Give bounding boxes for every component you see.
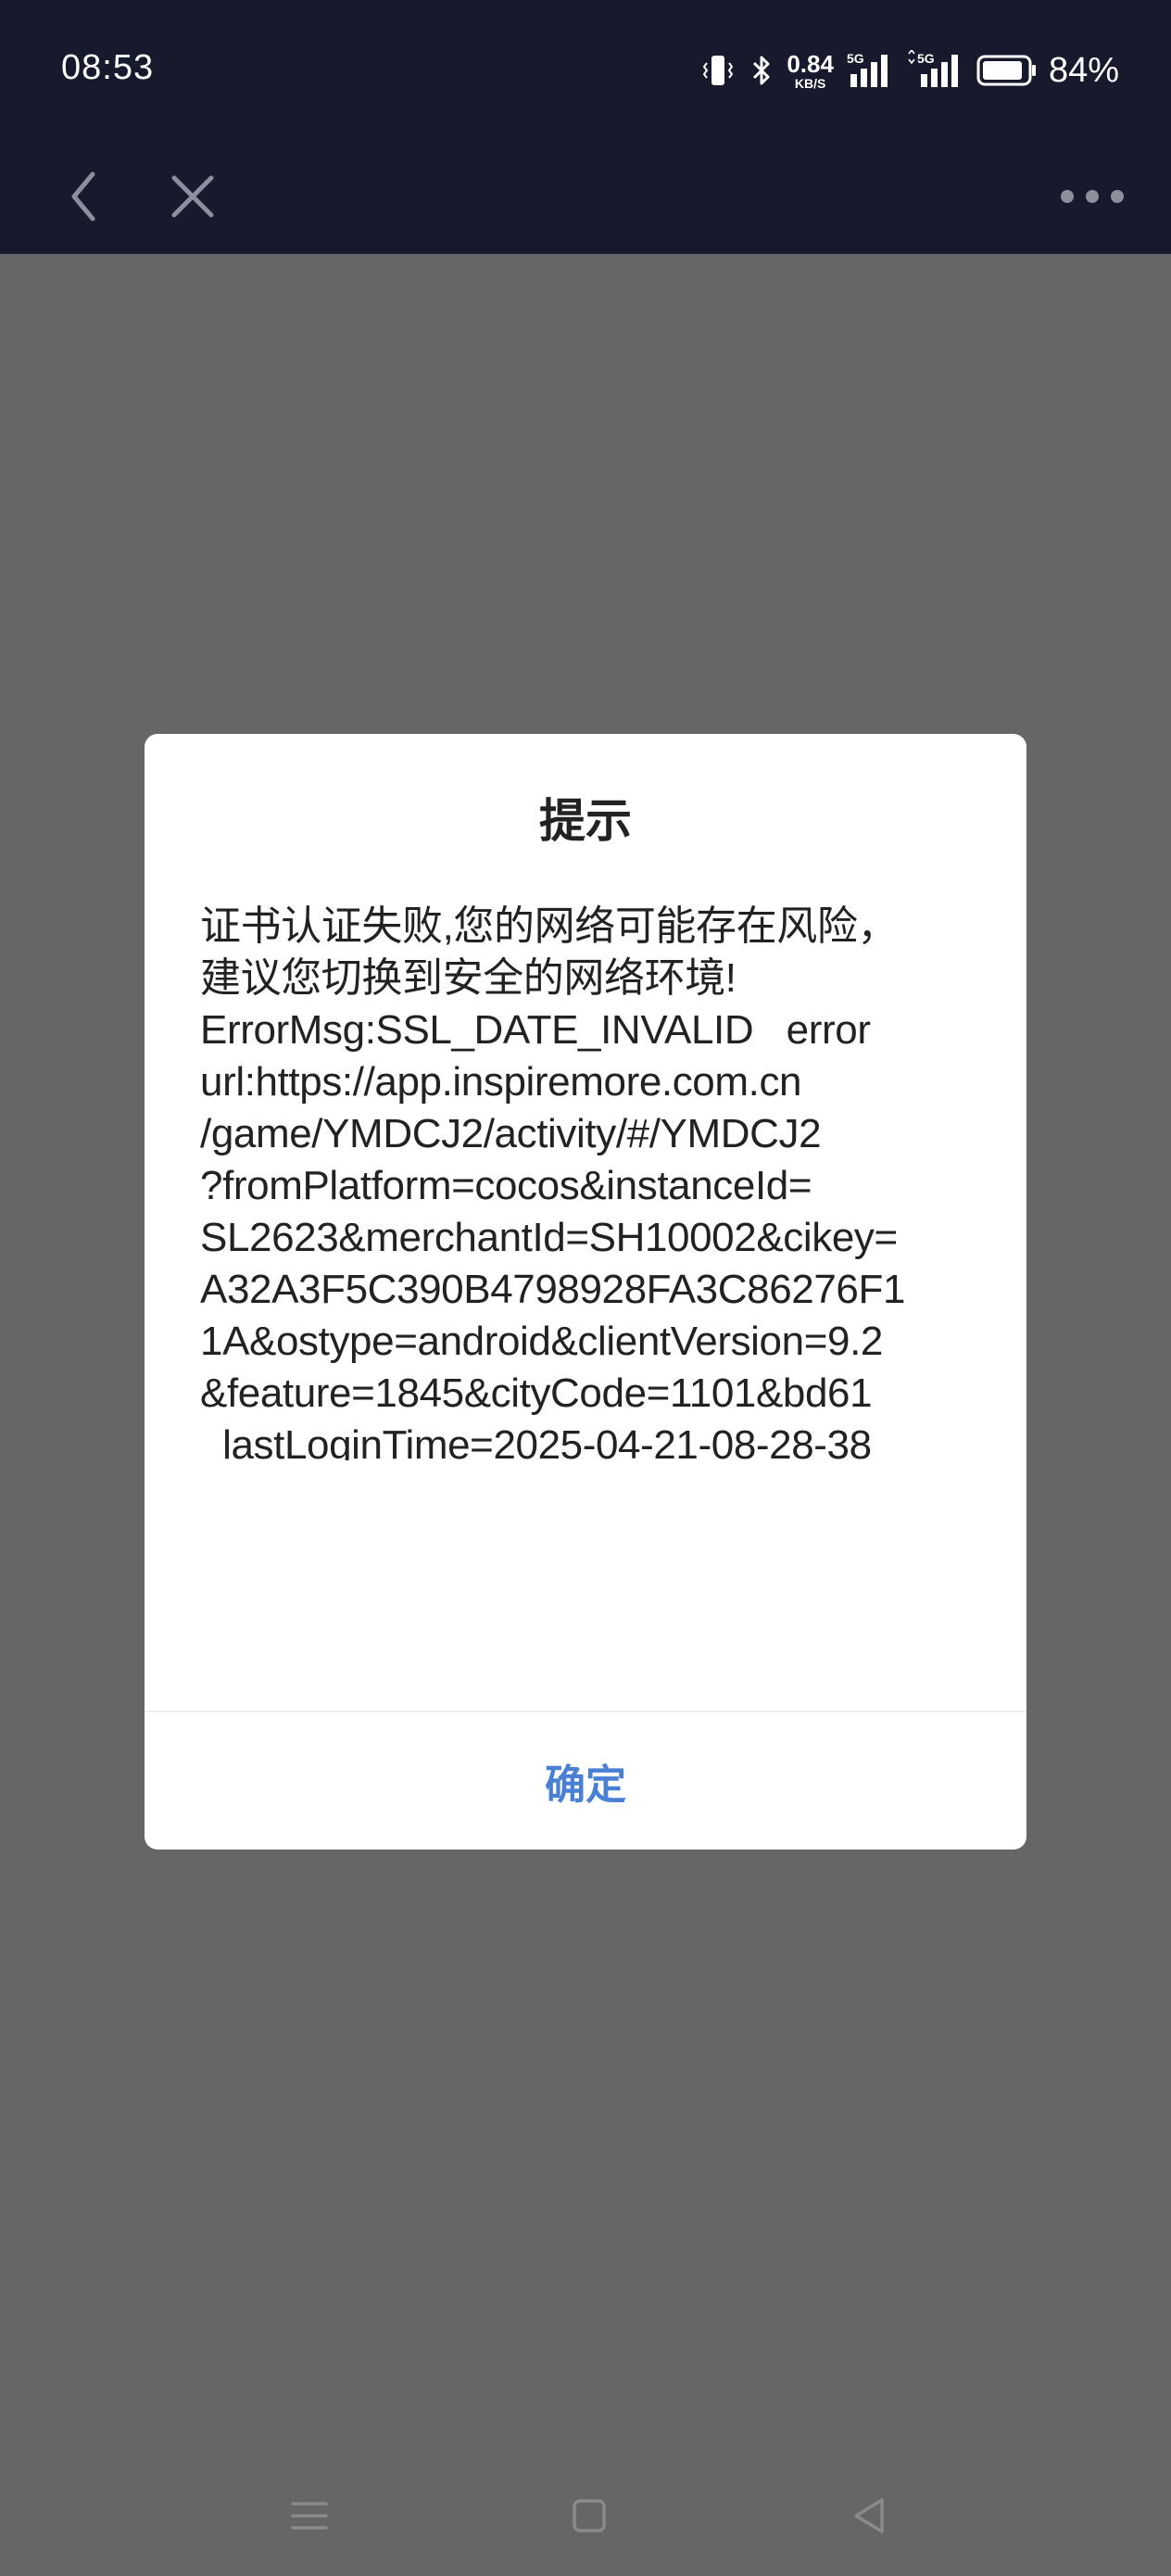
top-nav-bar [0, 139, 1171, 254]
home-icon[interactable] [567, 2483, 613, 2548]
dialog-message[interactable]: 证书认证失败,您的网络可能存在风险， 建议您切换到安全的网络环境! ErrorM… [200, 901, 997, 1460]
signal-5g-label: 5G [847, 51, 864, 66]
menu-icon[interactable] [282, 2483, 337, 2548]
signal-5g-icon-2: 5G [908, 50, 958, 87]
status-time: 08:53 [61, 48, 155, 87]
network-speed: 0.84 KB/S [787, 52, 834, 90]
close-icon[interactable] [157, 161, 228, 232]
back-icon[interactable] [48, 161, 119, 232]
battery-icon [976, 55, 1036, 86]
bluetooth-icon [753, 56, 770, 85]
network-speed-unit: KB/S [794, 75, 826, 91]
more-icon[interactable] [1051, 161, 1134, 232]
network-speed-value: 0.84 [787, 49, 834, 78]
signal-5g-icon: 5G [847, 51, 888, 87]
status-icons: 0.84 KB/S 5G 5G 84% [699, 44, 1119, 96]
confirm-button[interactable]: 确定 [145, 1712, 1026, 1850]
battery-percent: 84% [1048, 50, 1119, 90]
dialog-title: 提示 [539, 794, 632, 848]
alert-dialog: 提示 证书认证失败,您的网络可能存在风险， 建议您切换到安全的网络环境! Err… [145, 734, 1026, 1850]
signal-5g-label-2: 5G [917, 51, 935, 66]
vibrate-icon [703, 56, 734, 85]
back-triangle-icon[interactable] [841, 2483, 897, 2548]
status-bar: 08:53 0.84 KB/S 5G 5G 84% [0, 0, 1171, 139]
